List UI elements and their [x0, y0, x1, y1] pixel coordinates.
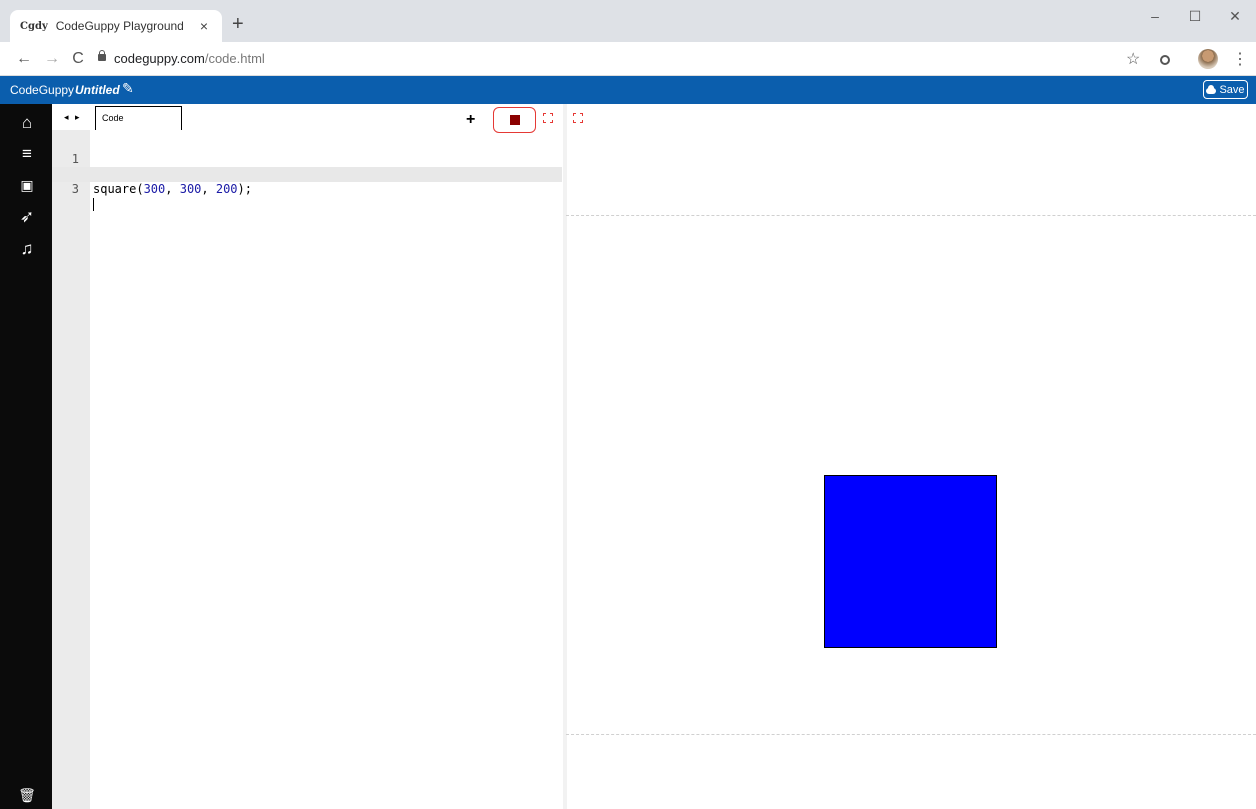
output-canvas[interactable]	[566, 215, 1256, 735]
url-field[interactable]: codeguppy.com/code.html	[114, 51, 265, 66]
forward-button[interactable]: →	[42, 48, 62, 70]
line-number-gutter	[52, 130, 90, 809]
profile-avatar[interactable]	[1198, 49, 1218, 69]
close-window-button[interactable]: ✕	[1220, 8, 1250, 25]
reload-button[interactable]: C	[68, 48, 88, 70]
lock-icon	[98, 50, 106, 61]
trash-icon[interactable]: 🗑	[16, 784, 38, 806]
address-bar: ← → C codeguppy.com/code.html ☆ ⋮	[0, 42, 1256, 76]
stop-button[interactable]	[493, 107, 536, 133]
bookmark-star-icon[interactable]: ☆	[1126, 49, 1140, 69]
image-icon[interactable]: ▣	[16, 174, 38, 196]
music-icon[interactable]: ♫	[16, 238, 38, 260]
app-header: CodeGuppy Untitled ✎ Save	[0, 76, 1256, 104]
save-button[interactable]: Save	[1203, 80, 1248, 99]
line-number: 3	[71, 182, 79, 196]
code-editor[interactable]: 1 fill('blue'); 2 square(300, 300, 200);…	[52, 137, 562, 211]
url-domain: codeguppy.com	[114, 51, 205, 66]
text-cursor	[93, 198, 94, 211]
tab-close-icon[interactable]: ×	[196, 18, 212, 34]
tab-code[interactable]: Code	[95, 106, 182, 130]
url-path: /code.html	[204, 51, 265, 66]
maximize-button[interactable]: ☐	[1180, 8, 1210, 25]
app-brand[interactable]: CodeGuppy	[10, 83, 74, 97]
tab-title: CodeGuppy Playground	[55, 19, 184, 33]
extension-icon[interactable]	[1160, 55, 1170, 65]
browser-tabstrip: Cgdy CodeGuppy Playground × + – ☐ ✕	[0, 0, 1256, 42]
left-sidebar: ⌂ ≡ ▣ ➶ ♫ 🗑	[0, 104, 52, 809]
add-tab-button[interactable]: +	[466, 112, 475, 128]
rename-pencil-icon[interactable]: ✎	[122, 80, 134, 97]
save-label: Save	[1219, 83, 1245, 96]
back-button[interactable]: ←	[14, 48, 34, 70]
browser-menu-icon[interactable]: ⋮	[1232, 49, 1248, 69]
home-icon[interactable]: ⌂	[16, 112, 38, 134]
code-text	[93, 197, 94, 212]
codeguppy-favicon-icon: Cgdy	[20, 20, 48, 32]
canvas-fullscreen-icon[interactable]	[573, 113, 583, 123]
browser-tab[interactable]: Cgdy CodeGuppy Playground ×	[10, 10, 222, 42]
code-line: 1 fill('blue');	[52, 137, 562, 181]
minimize-button[interactable]: –	[1140, 8, 1170, 24]
program-filename[interactable]: Untitled	[75, 83, 120, 97]
code-line-active: 3	[52, 167, 562, 211]
new-tab-button[interactable]: +	[232, 12, 244, 36]
editor-fullscreen-icon[interactable]	[543, 113, 553, 123]
toggle-panel-arrows-icon[interactable]: ◂ ▸	[64, 112, 82, 123]
code-line: 2 square(300, 300, 200);	[52, 152, 562, 196]
rendered-blue-square	[824, 475, 997, 648]
code-text: square(300, 300, 200);	[93, 182, 252, 196]
menu-icon[interactable]: ≡	[16, 143, 38, 165]
cloud-icon	[1206, 84, 1217, 94]
rocket-icon[interactable]: ➶	[16, 206, 38, 228]
